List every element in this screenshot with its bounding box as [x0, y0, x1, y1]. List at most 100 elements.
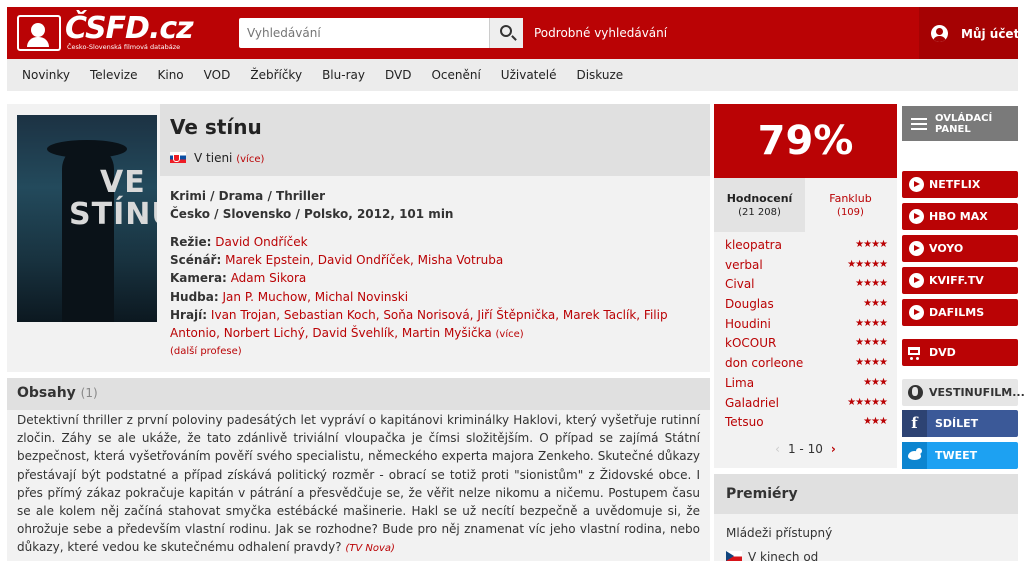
poster-title: VE STÍNU — [69, 165, 157, 232]
rating-row: Douglas ★★★ — [725, 297, 888, 317]
main-nav: Novinky Televize Kino VOD Žebříčky Blu-r… — [7, 59, 1018, 91]
rating-row: Galadriel ★★★★★ — [725, 396, 888, 416]
movie-title: Ve stínu — [170, 115, 262, 139]
nav-item-vod[interactable]: VOD — [204, 68, 231, 82]
rating-tabs: Hodnocení (21 208) Fanklub (109) — [714, 178, 897, 232]
alt-title-more-link[interactable]: (více) — [236, 154, 264, 165]
rating-row: Lima ★★★ — [725, 376, 888, 396]
rating-row: don corleone ★★★★ — [725, 356, 888, 376]
play-icon — [909, 209, 924, 224]
slovakia-flag-icon — [170, 152, 186, 163]
twitter-icon — [902, 442, 927, 469]
rating-user-link[interactable]: Tetsuo — [725, 415, 764, 429]
tab-fanclub[interactable]: Fanklub (109) — [805, 178, 896, 232]
vod-hbomax-button[interactable]: HBO MAX — [902, 203, 1018, 230]
writers-row: Scénář: Marek Epstein, David Ondříček, M… — [170, 253, 504, 268]
nav-item-novinky[interactable]: Novinky — [22, 68, 70, 82]
rating-user-link[interactable]: verbal — [725, 258, 763, 272]
logo-text: ČSFD.cz — [65, 11, 194, 46]
tab-ratings[interactable]: Hodnocení (21 208) — [714, 178, 805, 232]
music-links[interactable]: Jan P. Muchow, Michal Novinski — [223, 290, 409, 304]
nav-item-diskuze[interactable]: Diskuze — [576, 68, 623, 82]
more-creators-link[interactable]: (další profese) — [170, 346, 242, 357]
site-logo[interactable]: ČSFD.cz Česko-Slovenská filmová databáze — [17, 11, 194, 53]
rating-user-link[interactable]: Houdini — [725, 317, 771, 331]
movie-poster[interactable]: VE STÍNU — [17, 115, 157, 322]
nav-item-uzivatele[interactable]: Uživatelé — [501, 68, 557, 82]
play-icon — [909, 305, 924, 320]
plot-source: (TV Nova) — [345, 543, 395, 555]
rating-stars: ★★★★ — [855, 357, 888, 369]
ratings-pager: ‹ 1 - 10 › — [714, 442, 897, 456]
advanced-search-link[interactable]: Podrobné vyhledávání — [534, 26, 667, 40]
rating-stars: ★★★ — [863, 376, 888, 388]
nav-item-oceneni[interactable]: Ocenění — [431, 68, 480, 82]
rating-user-link[interactable]: Douglas — [725, 297, 774, 311]
vod-kvifftv-button[interactable]: KVIFF.TV — [902, 267, 1018, 294]
chevron-right-icon[interactable]: › — [831, 442, 836, 456]
rating-user-link[interactable]: don corleone — [725, 356, 803, 370]
rating-stars: ★★★★ — [855, 317, 888, 329]
rating-row: verbal ★★★★★ — [725, 258, 888, 278]
rating-user-link[interactable]: kleopatra — [725, 238, 782, 252]
play-icon — [909, 273, 924, 288]
rating-stars: ★★★ — [863, 298, 888, 310]
pager-range: 1 - 10 — [787, 442, 823, 456]
movie-info-panel: VE STÍNU Ve stínu V tieni (více) Krimi /… — [7, 104, 710, 372]
vod-voyo-button[interactable]: VOYO — [902, 235, 1018, 262]
nav-item-kino[interactable]: Kino — [158, 68, 184, 82]
premieres-header: Premiéry — [714, 474, 1018, 514]
nav-item-bluray[interactable]: Blu-ray — [322, 68, 365, 82]
rating-user-link[interactable]: Lima — [725, 376, 754, 390]
dvd-button[interactable]: DVD — [902, 339, 1018, 366]
movie-genres: Krimi / Drama / Thriller — [170, 189, 326, 203]
nav-item-dvd[interactable]: DVD — [385, 68, 411, 82]
vod-dafilms-button[interactable]: DAFILMS — [902, 299, 1018, 326]
external-site-button[interactable]: VESTINUFILM... — [902, 379, 1024, 406]
logo-subtitle: Česko-Slovenská filmová databáze — [67, 43, 181, 51]
cast-more-link[interactable]: (více) — [496, 329, 524, 340]
vod-netflix-button[interactable]: NETFLIX — [902, 171, 1018, 198]
facebook-share-button[interactable]: f SDÍLET — [902, 410, 1018, 437]
search-button[interactable] — [489, 18, 523, 48]
nav-item-televize[interactable]: Televize — [90, 68, 138, 82]
rating-row: Cival ★★★★ — [725, 277, 888, 297]
user-ratings-list: kleopatra ★★★★ verbal ★★★★★ Cival ★★★★ Doug… — [725, 238, 888, 435]
age-rating: Mládeži přístupný — [726, 526, 833, 540]
chevron-left-icon[interactable]: ‹ — [775, 442, 780, 456]
rating-panel: 79% Hodnocení (21 208) Fanklub (109) kle… — [714, 104, 897, 468]
plot-panel: Obsahy (1) Detektivní thriller z první p… — [7, 378, 710, 561]
rating-percent: 79% — [714, 104, 897, 178]
rating-stars: ★★★ — [863, 416, 888, 428]
director-row: Režie: David Ondříček — [170, 235, 308, 249]
rating-stars: ★★★★★ — [847, 396, 888, 408]
rating-row: kleopatra ★★★★ — [725, 238, 888, 258]
my-account-label: Můj účet — [961, 27, 1020, 41]
camera-link[interactable]: Adam Sikora — [231, 271, 307, 285]
rating-row: Tetsuo ★★★ — [725, 415, 888, 435]
rating-stars: ★★★★★ — [847, 258, 888, 270]
my-account-button[interactable]: Můj účet — [919, 7, 1020, 59]
cast-row: Hrají: Ivan Trojan, Sebastian Koch, Soňa… — [170, 307, 668, 341]
director-link[interactable]: David Ondříček — [215, 235, 307, 249]
rating-stars: ★★★★ — [855, 278, 888, 290]
alt-title-row: V tieni (více) — [170, 151, 264, 165]
rating-user-link[interactable]: Cival — [725, 277, 755, 291]
play-icon — [909, 177, 924, 192]
site-header: ČSFD.cz Česko-Slovenská filmová databáze… — [7, 7, 1020, 59]
rating-user-link[interactable]: Galadriel — [725, 396, 779, 410]
logo-person-icon — [17, 15, 61, 51]
cinema-release-row: V kinech od — [726, 550, 818, 561]
search-input[interactable] — [239, 18, 489, 48]
premieres-panel: Premiéry Mládeži přístupný V kinech od — [714, 474, 1018, 561]
music-row: Hudba: Jan P. Muchow, Michal Novinski — [170, 289, 409, 304]
plot-header: Obsahy (1) — [7, 378, 710, 410]
nav-item-zebricky[interactable]: Žebříčky — [250, 68, 302, 82]
twitter-tweet-button[interactable]: TWEET — [902, 442, 1018, 469]
rating-user-link[interactable]: kOCOUR — [725, 336, 776, 350]
cast-links[interactable]: Ivan Trojan, Sebastian Koch, Soňa Noriso… — [170, 308, 668, 340]
cart-icon — [908, 347, 920, 360]
rating-stars: ★★★★ — [855, 337, 888, 349]
writers-links[interactable]: Marek Epstein, David Ondříček, Misha Vot… — [225, 253, 503, 267]
control-panel-button[interactable]: OVLÁDACÍ PANEL — [902, 106, 1018, 141]
